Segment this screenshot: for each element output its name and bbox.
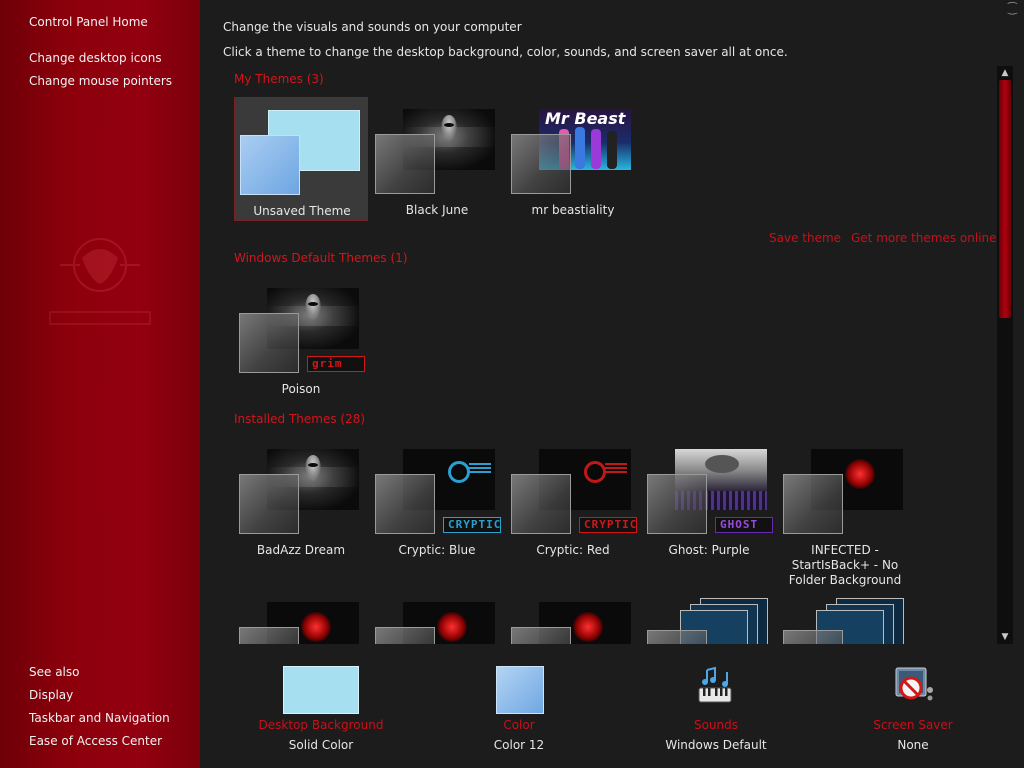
sidebar: Control Panel Home Change desktop icons … [0,0,201,768]
desktop-background-setting[interactable]: Desktop Background Solid Color [246,648,396,768]
scroll-thumb[interactable] [999,80,1011,318]
theme-tile-mr-beastiality[interactable]: Mr Beast mr beastiality [506,97,640,221]
theme-window-color-thumb [375,134,435,194]
scroll-down-arrow-icon[interactable]: ▼ [997,630,1013,644]
theme-label: BadAzz Dream [256,543,346,557]
section-my-themes: My Themes (3) [234,72,324,86]
theme-label: INFECTED - StartIsBack+ - No Folder Back… [788,543,902,587]
theme-tile-partial-slideshow[interactable] [642,590,776,644]
theme-label: mr beastiality [531,203,615,217]
screen-saver-icon [895,667,933,701]
screen-saver-value: None [897,738,929,752]
theme-window-color-thumb [511,474,571,534]
theme-tile-partial[interactable] [370,590,504,644]
desktop-background-swatch [283,666,359,714]
grim-badge: grim [307,356,365,372]
theme-tile-cryptic-blue[interactable]: CRYPTIC Cryptic: Blue [370,437,504,561]
theme-window-color-thumb [647,474,707,534]
sounds-value: Windows Default [665,738,767,752]
theme-list-scrollbar[interactable]: ▲ ▼ [997,66,1013,644]
section-installed: Installed Themes (28) [234,412,366,426]
desktop-background-value: Solid Color [288,738,354,752]
change-desktop-icons-link[interactable]: Change desktop icons [29,51,162,65]
control-panel-home-link[interactable]: Control Panel Home [29,15,148,29]
see-also-label: See also [29,665,80,679]
theme-label: Unsaved Theme [253,204,351,218]
theme-window-color-thumb [240,135,300,195]
theme-label: Poison [281,382,321,396]
color-title: Color [503,718,535,732]
change-mouse-pointers-link[interactable]: Change mouse pointers [29,74,172,88]
theme-window-color-thumb [375,474,435,534]
section-windows-default: Windows Default Themes (1) [234,251,408,265]
sounds-setting[interactable]: Sounds Windows Default [641,648,791,768]
mr-beast-art-text: Mr Beast [545,109,626,128]
theme-window-color-thumb [783,474,843,534]
page-title: Change the visuals and sounds on your co… [223,20,522,34]
theme-tile-poison[interactable]: grim Poison [234,276,368,400]
get-more-themes-link[interactable]: Get more themes online [851,231,997,245]
cryptic-badge: CRYPTIC [579,517,637,533]
ease-of-access-link[interactable]: Ease of Access Center [29,734,162,748]
screen-saver-title: Screen Saver [873,718,953,732]
taskbar-navigation-link[interactable]: Taskbar and Navigation [29,711,170,725]
theme-window-color-thumb [239,474,299,534]
poison-logo-watermark [49,238,151,325]
screen-saver-setting[interactable]: Screen Saver None [838,648,988,768]
sounds-title: Sounds [693,718,739,732]
theme-window-color-thumb [239,313,299,373]
theme-tile-badazz-dream[interactable]: BadAzz Dream [234,437,368,561]
theme-tile-partial[interactable] [506,590,640,644]
scroll-up-arrow-icon[interactable]: ▲ [997,66,1013,80]
theme-tile-ghost-purple[interactable]: GHOST Ghost: Purple [642,437,776,561]
display-link[interactable]: Display [29,688,73,702]
theme-settings-strip: Desktop Background Solid Color Color Col… [200,648,1024,768]
theme-tile-unsaved[interactable]: Unsaved Theme [234,97,368,221]
main-content: Change the visuals and sounds on your co… [200,0,1024,768]
sounds-music-notes-icon [698,666,732,703]
page-subtitle: Click a theme to change the desktop back… [223,45,788,59]
window-color-swatch [496,666,544,714]
theme-tile-partial-slideshow[interactable] [778,590,912,644]
cryptic-badge: CRYPTIC [443,517,501,533]
theme-tile-black-june[interactable]: Black June [370,97,504,221]
theme-tile-cryptic-red[interactable]: CRYPTIC Cryptic: Red [506,437,640,561]
theme-window-color-thumb [511,134,571,194]
save-theme-link[interactable]: Save theme [769,231,841,245]
theme-label: Black June [405,203,469,217]
theme-label: Cryptic: Red [536,543,610,557]
theme-label: Cryptic: Blue [398,543,476,557]
ghost-badge: GHOST [715,517,773,533]
color-setting[interactable]: Color Color 12 [444,648,594,768]
window-resize-mark-icon[interactable]: ⁐ [1008,2,1017,15]
theme-tile-partial[interactable] [234,590,368,644]
desktop-background-title: Desktop Background [258,718,384,732]
theme-label: Ghost: Purple [668,543,750,557]
theme-tile-infected[interactable]: INFECTED - StartIsBack+ - No Folder Back… [778,437,912,597]
color-value: Color 12 [493,738,545,752]
